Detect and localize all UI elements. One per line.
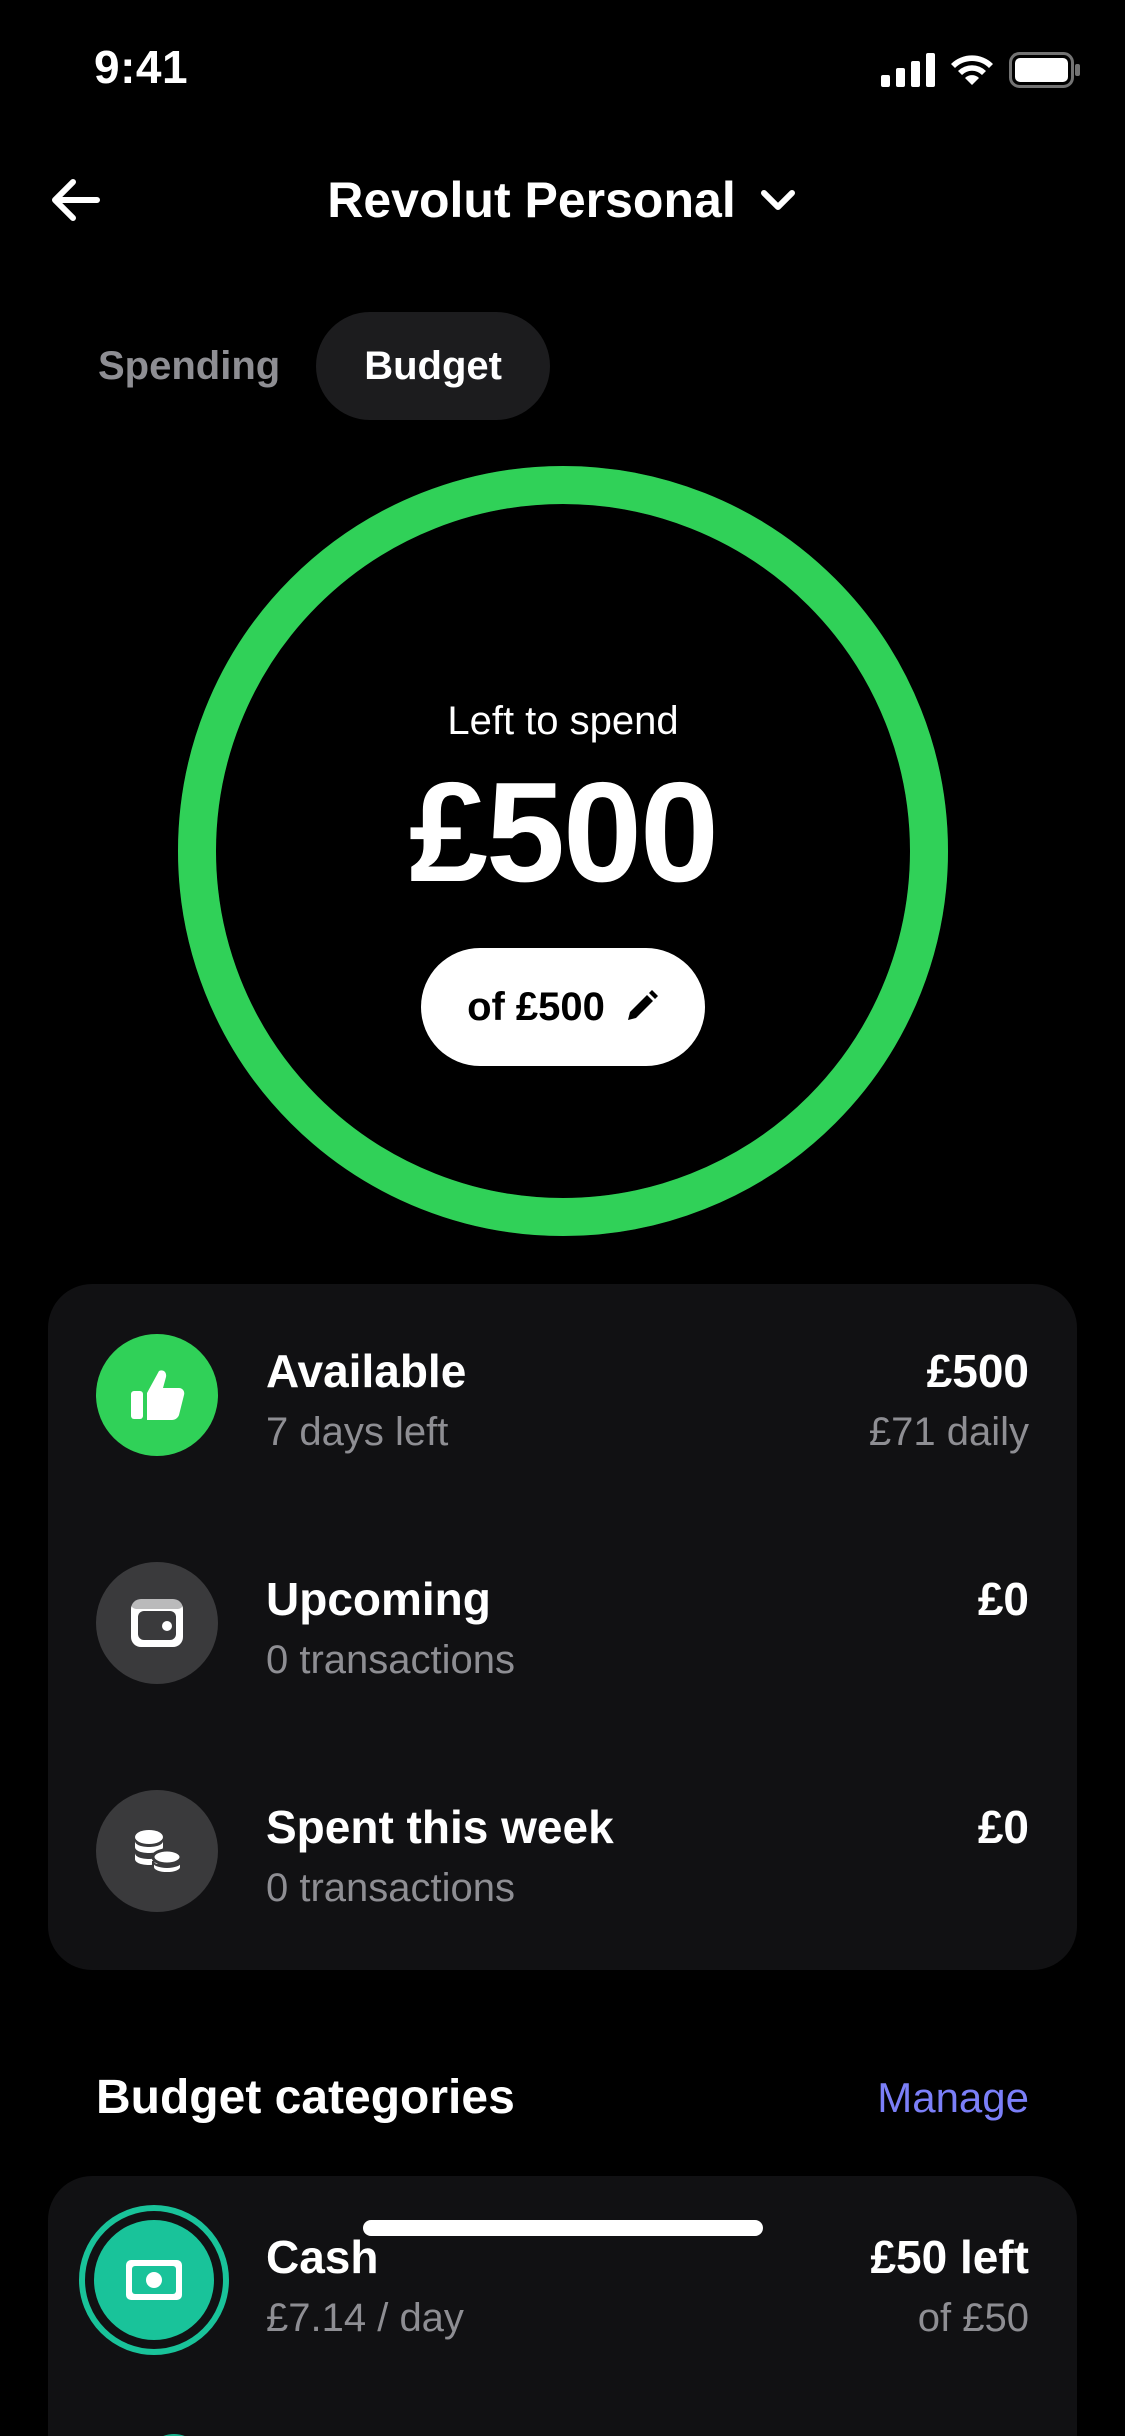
upcoming-icon-badge: [96, 1562, 218, 1684]
available-value: £500: [926, 1345, 1029, 1397]
status-icons: [881, 52, 1081, 88]
available-title: Available: [266, 1345, 467, 1397]
thumbs-up-icon: [131, 1370, 185, 1420]
coins-icon: [135, 1830, 183, 1874]
edit-budget-button[interactable]: of £500: [421, 948, 705, 1066]
budget-categories-header: Budget categories Manage: [0, 2070, 1125, 2140]
budget-total-label: of £500: [467, 984, 605, 1029]
cellular-signal-icon: [881, 53, 935, 87]
wallet-icon: [131, 1599, 183, 1647]
pencil-icon: [627, 990, 658, 1020]
home-indicator[interactable]: [363, 2220, 763, 2236]
left-to-spend-amount: £500: [409, 753, 719, 912]
upcoming-subtitle: 0 transactions: [266, 1638, 516, 1682]
summary-row-available[interactable]: Available 7 days left £500 £71 daily: [48, 1314, 1077, 1474]
account-switcher[interactable]: Revolut Personal: [0, 168, 1125, 232]
manage-categories-link[interactable]: Manage: [877, 2074, 1029, 2122]
nav-bar: Revolut Personal: [0, 150, 1125, 250]
account-title: Revolut Personal: [327, 172, 736, 228]
status-time: 9:41: [94, 41, 189, 93]
battery-icon: [1009, 52, 1080, 88]
available-icon-badge: [96, 1334, 218, 1456]
upcoming-title: Upcoming: [266, 1573, 491, 1625]
wifi-icon: [951, 55, 993, 85]
available-daily-value: £71 daily: [868, 1410, 1029, 1454]
view-tabs: Spending Budget: [62, 312, 550, 420]
summary-row-upcoming[interactable]: Upcoming 0 transactions £0: [48, 1542, 1077, 1702]
spent-icon-badge: [96, 1790, 218, 1912]
available-subtitle: 7 days left: [266, 1410, 449, 1454]
summary-row-spent[interactable]: Spent this week 0 transactions £0: [48, 1770, 1077, 1930]
budget-ring: Left to spend £500 of £500: [178, 466, 948, 1236]
chevron-down-icon: [760, 190, 795, 210]
left-to-spend-label: Left to spend: [447, 699, 679, 743]
upcoming-value: £0: [977, 1573, 1029, 1625]
spent-title: Spent this week: [266, 1801, 614, 1853]
spent-subtitle: 0 transactions: [266, 1866, 516, 1910]
banknote-icon: [126, 2260, 182, 2300]
tab-spending[interactable]: Spending: [62, 312, 316, 420]
cash-category-ring: [79, 2205, 229, 2355]
budget-ring-content: Left to spend £500 of £500: [178, 466, 948, 1236]
budget-screen: 9:41 Revolut Personal Spending Budget Le…: [0, 0, 1125, 2436]
category-row-cash[interactable]: Cash £7.14 / day £50 left of £50: [48, 2176, 1077, 2386]
budget-categories-card: Cash £7.14 / day £50 left of £50: [48, 2176, 1077, 2436]
tab-budget[interactable]: Budget: [316, 312, 550, 420]
cash-category-total: of £50: [917, 2296, 1029, 2340]
budget-categories-title: Budget categories: [96, 2071, 515, 2124]
cash-category-name: Cash: [266, 2231, 379, 2283]
spent-value: £0: [977, 1801, 1029, 1853]
budget-summary-card: Available 7 days left £500 £71 daily Upc…: [48, 1284, 1077, 1970]
cash-category-left: £50 left: [870, 2231, 1029, 2283]
cash-category-daily: £7.14 / day: [266, 2296, 464, 2340]
status-bar: 9:41: [0, 0, 1125, 132]
